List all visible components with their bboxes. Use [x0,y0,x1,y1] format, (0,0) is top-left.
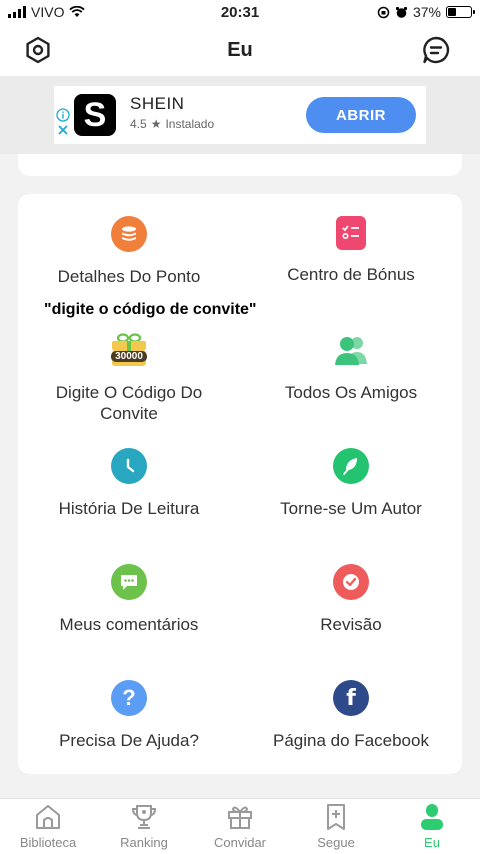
header: Eu [0,24,480,76]
nav-item-following[interactable]: Segue [288,799,384,854]
carrier-label: VIVO [31,4,65,20]
rotation-lock-icon [377,6,390,18]
close-icon[interactable] [57,124,69,136]
profile-card-bottom [18,154,462,176]
nav-item-ranking[interactable]: Ranking [96,799,192,854]
menu-item-all-friends[interactable]: Todos Os Amigos [240,332,462,403]
trophy-icon [131,805,157,829]
chat-icon [423,36,450,64]
battery-percent: 37% [412,4,441,20]
gift-badge-value: 30000 [115,351,143,362]
menu-item-bonus-center[interactable]: Centro de Bónus [240,216,462,285]
settings-button[interactable] [22,34,54,66]
home-icon [36,805,60,829]
review-icon [333,564,369,600]
menu-item-reading-history[interactable]: História De Leitura [18,448,240,519]
bottom-nav: Biblioteca Ranking Convidar Segue Eu [0,798,480,854]
clock-icon [111,448,147,484]
ad-app-name: SHEIN [130,94,185,113]
ad-rating: 4.5 [130,117,147,131]
menu-item-label: Todos Os Amigos [284,383,418,402]
nav-label: Convidar [213,835,267,850]
menu-item-facebook-page[interactable]: f Página do Facebook [240,680,462,751]
ad-open-button[interactable]: ABRIR [306,97,416,133]
nav-label: Eu [424,835,440,850]
checklist-icon [336,216,366,250]
star-icon: ★ [150,117,162,131]
help-icon: ? [111,680,147,716]
status-left: VIVO [8,4,86,20]
menu-item-point-details[interactable]: Detalhes Do Ponto [18,216,240,287]
ad-area: S SHEIN 4.5 ★ Instalado ABRIR [0,76,480,154]
wifi-icon [69,6,86,17]
annotation-text: "digite o código de convite" [44,301,257,318]
menu-item-label: História De Leitura [58,499,200,518]
signal-icon [8,6,26,18]
ad-banner[interactable]: S SHEIN 4.5 ★ Instalado ABRIR [54,86,426,144]
menu-item-invite-code[interactable]: 30000 Digite O Código Do Convite [18,332,240,424]
menu-item-label: Digite O Código Do Convite [55,383,203,423]
menu-item-help[interactable]: ? Precisa De Ajuda? [18,680,240,751]
status-bar: VIVO 20:31 37% [0,0,480,24]
coins-icon [111,216,147,252]
menu-item-label: Página do Facebook [273,731,429,750]
page-title: Eu [227,38,253,61]
gear-icon [26,36,50,64]
menu-item-label: Detalhes Do Ponto [57,267,201,286]
menu-item-label: Precisa De Ajuda? [59,731,199,750]
ad-subtitle: 4.5 ★ Instalado [130,117,214,131]
alarm-icon [395,6,408,18]
nav-label: Ranking [120,835,168,850]
menu-item-label: Meus comentários [59,615,199,634]
facebook-icon: f [333,680,369,716]
user-icon [421,804,443,830]
info-icon[interactable] [56,108,70,122]
menu-item-become-author[interactable]: Torne-se Um Autor [240,448,462,519]
comment-icon [111,564,147,600]
battery-icon [446,6,475,18]
bookmark-add-icon [327,804,345,830]
menu-item-label: Centro de Bónus [287,265,415,284]
nav-item-invite[interactable]: Convidar [192,799,288,854]
status-time: 20:31 [220,3,260,21]
ad-status: Instalado [165,117,215,131]
friends-icon [333,332,369,368]
menu-item-label: Torne-se Um Autor [280,499,422,518]
ad-flags [56,108,70,136]
status-right: 37% [377,4,475,20]
messages-button[interactable] [420,34,452,66]
menu-item-review[interactable]: Revisão [240,564,462,635]
gift-icon [228,806,252,829]
menu-card: "digite o código de convite" Detalhes Do… [18,194,462,774]
ad-app-logo: S [74,94,116,136]
nav-label: Biblioteca [19,835,77,850]
menu-item-my-comments[interactable]: Meus comentários [18,564,240,635]
nav-label: Segue [317,835,355,850]
battery-fill [448,8,457,16]
ad-text: SHEIN 4.5 ★ Instalado [130,94,214,131]
menu-item-label: Revisão [320,615,382,634]
gift-30000-icon: 30000 [109,332,149,368]
nav-item-me[interactable]: Eu [384,799,480,854]
nav-item-library[interactable]: Biblioteca [0,799,96,854]
feather-icon [333,448,369,484]
